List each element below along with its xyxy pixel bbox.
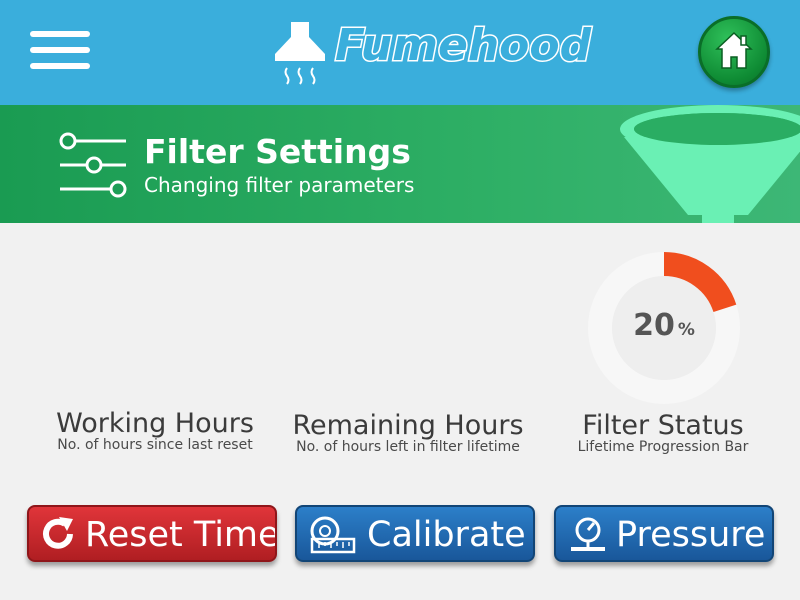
home-button[interactable] <box>698 16 770 88</box>
sliders-icon <box>59 132 127 198</box>
funnel-icon <box>620 105 800 223</box>
page-title: Filter Settings <box>144 132 411 171</box>
top-bar: Fumehood <box>0 0 800 105</box>
brand-logo: Fumehood <box>275 18 593 88</box>
working-hours-desc: No. of hours since last reset <box>57 437 253 453</box>
filter-status-desc: Lifetime Progression Bar <box>577 439 749 455</box>
filter-status-stat: Filter Status Lifetime Progression Bar <box>563 410 763 455</box>
calibrate-button[interactable]: Calibrate <box>295 505 535 562</box>
refresh-icon <box>43 517 73 549</box>
remaining-hours-desc: No. of hours left in filter lifetime <box>296 439 520 455</box>
remaining-hours-label: Remaining Hours <box>292 410 524 441</box>
hamburger-menu-icon[interactable] <box>30 30 90 72</box>
filter-percent-value: 20 <box>633 308 675 343</box>
brand-name: Fumehood <box>333 19 592 73</box>
filter-percent: 20% <box>588 308 740 343</box>
reset-time-button[interactable]: Reset Time <box>27 505 277 562</box>
calibrate-label: Calibrate <box>367 515 526 555</box>
pressure-gauge-icon <box>571 517 605 551</box>
reset-time-label: Reset Time <box>85 515 277 555</box>
filter-status-gauge: 20% <box>588 252 740 404</box>
filter-status-label: Filter Status <box>582 410 744 441</box>
working-hours-stat: Working Hours No. of hours since last re… <box>40 408 270 453</box>
measuring-tape-icon <box>310 516 356 554</box>
working-hours-label: Working Hours <box>56 408 254 439</box>
page-subtitle: Changing filter parameters <box>144 173 415 197</box>
range-hood-icon <box>275 22 325 85</box>
remaining-hours-stat: Remaining Hours No. of hours left in fil… <box>283 410 533 455</box>
filter-settings-band: Filter Settings Changing filter paramete… <box>0 105 800 223</box>
pressure-label: Pressure <box>616 515 766 555</box>
pressure-button[interactable]: Pressure <box>554 505 774 562</box>
filter-percent-sign: % <box>677 320 695 340</box>
home-icon <box>715 31 753 69</box>
